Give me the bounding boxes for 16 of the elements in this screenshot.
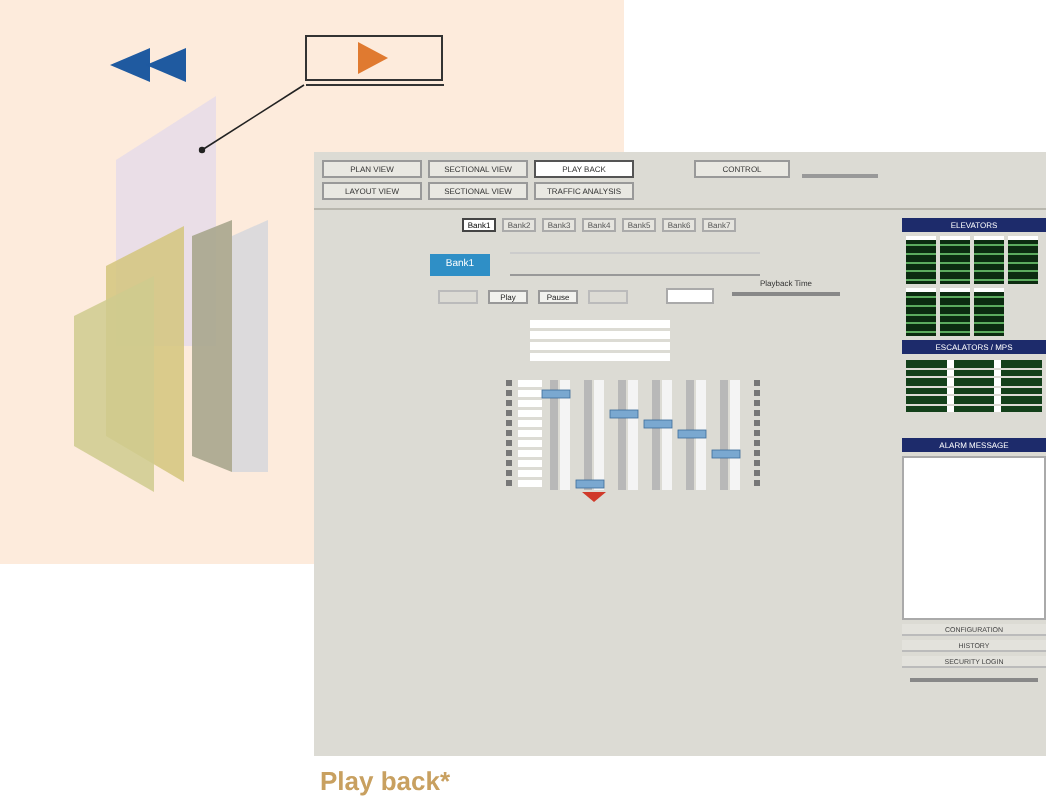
- elevator-status-tile: [940, 288, 970, 336]
- escalator-status-table: [902, 358, 1046, 414]
- stop-button[interactable]: [588, 289, 628, 303]
- elevator-status-tile: [1008, 236, 1038, 284]
- play-icon: [304, 34, 444, 86]
- elevator-status-tile: [974, 236, 1004, 284]
- leader-line: [198, 84, 306, 154]
- elevator-status-tile: [906, 236, 936, 284]
- elevator-status-tile: [906, 288, 936, 336]
- caption: Play back*: [320, 766, 451, 796]
- rewind-button[interactable]: [438, 289, 478, 303]
- car-status-table: [530, 320, 670, 364]
- elevator-status-tile: [940, 236, 970, 284]
- elevator-status-tile: [974, 288, 1004, 336]
- rewind-icon: [110, 48, 190, 82]
- speed-dropdown[interactable]: [666, 288, 714, 304]
